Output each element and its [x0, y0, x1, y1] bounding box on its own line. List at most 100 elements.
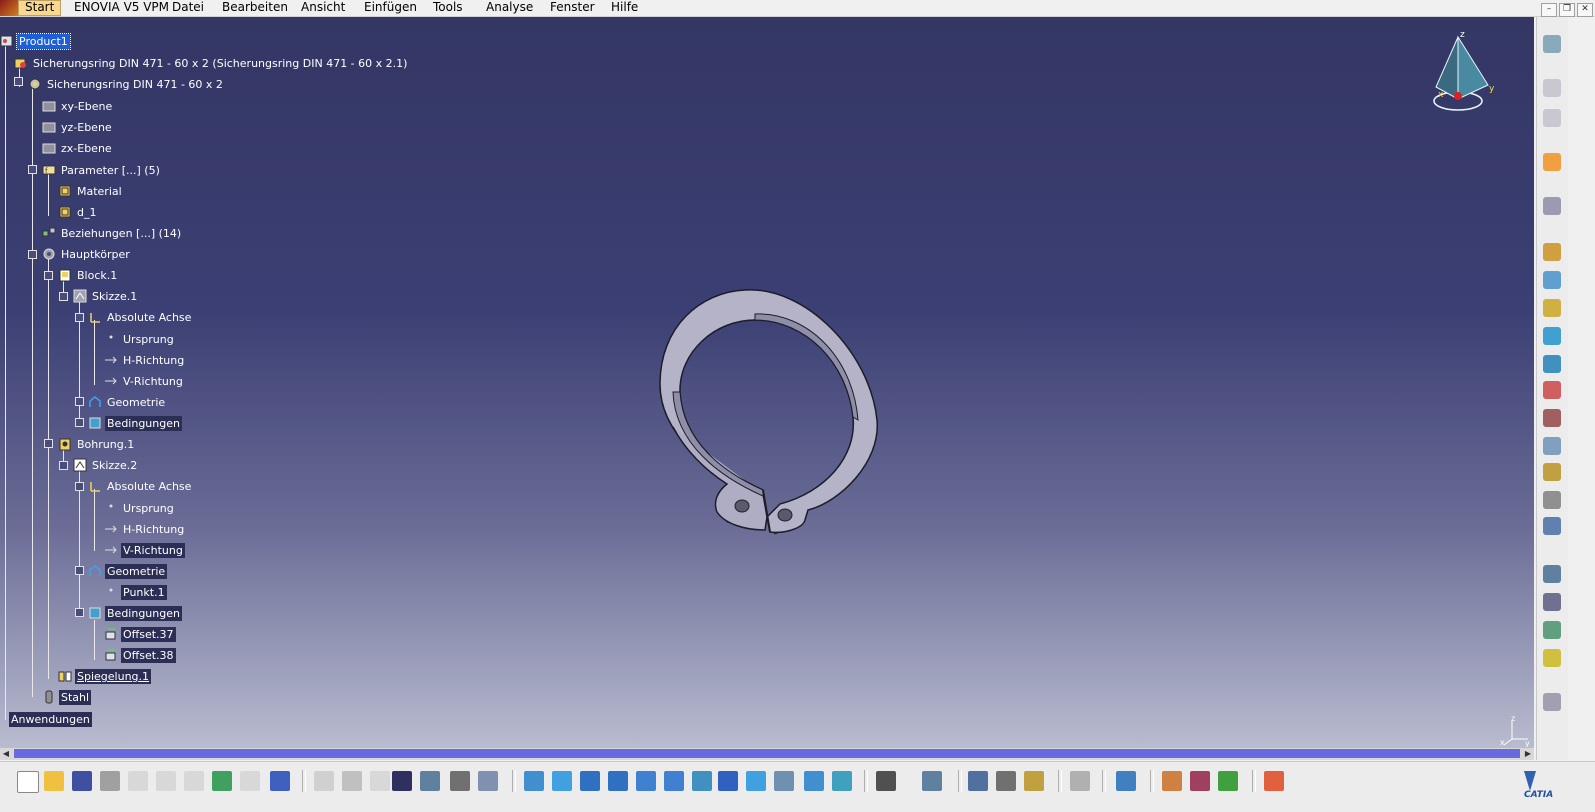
- cut-icon[interactable]: [128, 771, 148, 791]
- undo-icon[interactable]: [212, 771, 232, 791]
- circlip-3d-model[interactable]: [645, 272, 890, 537]
- rotate-icon[interactable]: [608, 771, 628, 791]
- refresh-icon[interactable]: [1070, 771, 1090, 791]
- constraints-icon: [89, 607, 101, 619]
- graph-icon[interactable]: [420, 771, 440, 791]
- expand-icon[interactable]: [1543, 621, 1561, 639]
- layers-icon[interactable]: [1543, 463, 1561, 481]
- gear-icon[interactable]: [1543, 517, 1561, 535]
- plane-icon: [42, 143, 56, 154]
- new-icon[interactable]: [17, 771, 39, 793]
- gear-icon[interactable]: [1543, 79, 1561, 97]
- edit-icon[interactable]: [1543, 355, 1561, 373]
- gear-icon[interactable]: [1543, 271, 1561, 289]
- fit-icon[interactable]: [552, 771, 572, 791]
- rotate-icon[interactable]: [1543, 197, 1561, 215]
- save-icon[interactable]: [72, 771, 92, 791]
- 3d-viewport[interactable]: Product1 Sicherungsring DIN 471 - 60 x 2…: [0, 17, 1534, 748]
- copy-icon[interactable]: [156, 771, 176, 791]
- collapse-icon[interactable]: [75, 608, 84, 617]
- collapse-icon[interactable]: [75, 482, 84, 491]
- menu-start[interactable]: Start: [18, 0, 62, 16]
- direction-icon: [105, 525, 117, 533]
- menu-enovia[interactable]: ENOVIA V5 VPM: [74, 0, 169, 16]
- minimize-icon[interactable]: –: [1541, 3, 1557, 17]
- relations-icon: [42, 227, 56, 237]
- link-icon[interactable]: [370, 771, 390, 791]
- text-icon[interactable]: [1543, 437, 1561, 455]
- show-icon[interactable]: [774, 771, 794, 791]
- select-icon[interactable]: [922, 771, 942, 791]
- scroll-thumb[interactable]: [14, 749, 1520, 758]
- tree-icon[interactable]: [1543, 109, 1561, 127]
- compass-tool-icon[interactable]: [1543, 35, 1561, 53]
- normal-view-icon[interactable]: [692, 771, 712, 791]
- fly-icon[interactable]: [524, 771, 544, 791]
- expand-icon[interactable]: [75, 418, 84, 427]
- catia-app-icon[interactable]: [0, 0, 18, 16]
- lock-icon[interactable]: [450, 771, 470, 791]
- collapse-icon[interactable]: [59, 292, 68, 301]
- camera-icon[interactable]: [876, 771, 896, 791]
- axis-icon[interactable]: [1543, 693, 1561, 711]
- zoom-in-icon[interactable]: [636, 771, 656, 791]
- formula-icon[interactable]: [314, 771, 334, 791]
- capture-icon[interactable]: [832, 771, 852, 791]
- pan-icon[interactable]: [580, 771, 600, 791]
- tree-icon[interactable]: [1543, 491, 1561, 509]
- collapse-icon[interactable]: [28, 250, 37, 259]
- export-icon[interactable]: [1543, 327, 1561, 345]
- zoom-out-icon[interactable]: [664, 771, 684, 791]
- collapse-icon[interactable]: [75, 566, 84, 575]
- menu-fenster[interactable]: Fenster: [550, 0, 595, 16]
- menu-bearbeiten[interactable]: Bearbeiten: [222, 0, 288, 16]
- restore-icon[interactable]: ❐: [1559, 3, 1575, 17]
- menu-tools[interactable]: Tools: [433, 0, 463, 16]
- catalog-icon[interactable]: [478, 771, 498, 791]
- collapse-icon[interactable]: [28, 165, 37, 174]
- menu-analyse[interactable]: Analyse: [486, 0, 533, 16]
- menu-hilfe[interactable]: Hilfe: [611, 0, 638, 16]
- scroll-right-icon[interactable]: ▶: [1522, 748, 1534, 760]
- grid-icon[interactable]: [1264, 771, 1284, 791]
- iso-view-icon[interactable]: [718, 771, 738, 791]
- print-icon[interactable]: [100, 771, 120, 791]
- measure-icon[interactable]: [968, 771, 988, 791]
- cube-icon[interactable]: [746, 771, 766, 791]
- collapse-icon[interactable]: [44, 439, 53, 448]
- material-icon[interactable]: [1190, 771, 1210, 791]
- star-icon[interactable]: [1543, 649, 1561, 667]
- select-icon[interactable]: [1543, 153, 1561, 171]
- color-icon[interactable]: [1218, 771, 1238, 791]
- redo-icon[interactable]: [240, 771, 260, 791]
- layers-icon[interactable]: [1543, 565, 1561, 583]
- plane-icon[interactable]: [1116, 771, 1136, 791]
- render-icon[interactable]: [1162, 771, 1182, 791]
- menu-datei[interactable]: Datei: [172, 0, 204, 16]
- open-icon[interactable]: [44, 771, 64, 791]
- bike-icon[interactable]: [1543, 593, 1561, 611]
- bottle-icon[interactable]: [1024, 771, 1044, 791]
- help-icon[interactable]: [270, 771, 290, 791]
- table-icon[interactable]: [392, 771, 412, 791]
- collapse-icon[interactable]: [44, 271, 53, 280]
- gear-icon[interactable]: [1543, 243, 1561, 261]
- collapse-icon[interactable]: [14, 77, 23, 86]
- menu-einfuegen[interactable]: Einfügen: [364, 0, 417, 16]
- xfer-icon[interactable]: [1543, 381, 1561, 399]
- collapse-icon[interactable]: [75, 313, 84, 322]
- paste-icon[interactable]: [184, 771, 204, 791]
- mass-icon[interactable]: [996, 771, 1016, 791]
- swap-icon[interactable]: [804, 771, 824, 791]
- compass-icon[interactable]: z y x: [1428, 27, 1500, 113]
- pad-icon: [59, 269, 71, 282]
- close-icon[interactable]: ✕: [1577, 3, 1593, 17]
- collapse-icon[interactable]: [59, 461, 68, 470]
- gear-icon[interactable]: [1543, 299, 1561, 317]
- scroll-left-icon[interactable]: ◀: [0, 748, 12, 760]
- table-icon[interactable]: [1543, 409, 1561, 427]
- comment-icon[interactable]: [342, 771, 362, 791]
- menu-ansicht[interactable]: Ansicht: [301, 0, 345, 16]
- horizontal-scrollbar[interactable]: ◀ ▶: [0, 748, 1534, 760]
- expand-icon[interactable]: [75, 397, 84, 406]
